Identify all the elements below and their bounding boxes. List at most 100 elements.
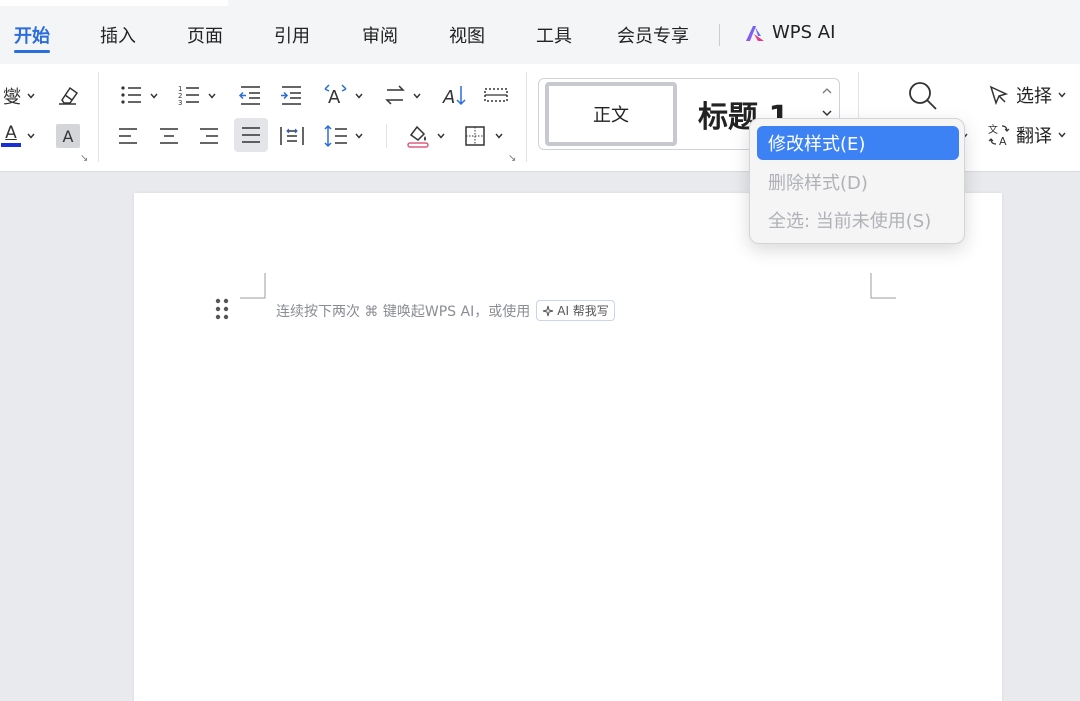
distributed-align-button[interactable] [278, 123, 306, 149]
translate-icon: 文A [988, 123, 1010, 147]
tab-view[interactable]: 视图 [449, 22, 485, 48]
character-shading-button[interactable]: A [56, 124, 80, 148]
bullet-list-icon [121, 86, 141, 104]
distribute-icon [280, 127, 304, 145]
show-marks-button[interactable] [482, 82, 510, 108]
font-color-button[interactable]: A [0, 122, 22, 148]
chevron-down-icon[interactable] [822, 110, 832, 117]
tab-page[interactable]: 页面 [187, 22, 223, 48]
text-direction-icon: A [324, 84, 347, 107]
chevron-up-icon[interactable] [822, 87, 832, 94]
tab-separator [719, 24, 720, 46]
style-context-menu: 修改样式(E) 删除样式(D) 全选: 当前未使用(S) [749, 118, 965, 244]
wps-ai-logo-icon [746, 25, 764, 41]
svg-text:3: 3 [178, 99, 182, 106]
find-replace-button[interactable] [905, 78, 941, 114]
chevron-down-icon[interactable] [27, 93, 35, 99]
borders-button[interactable] [462, 123, 488, 149]
titlebar-strip [0, 0, 228, 6]
search-icon [909, 82, 937, 110]
font-dialog-launcher[interactable]: ↘ [80, 153, 88, 164]
align-center-icon [160, 128, 178, 144]
tab-home[interactable]: 开始 [14, 22, 50, 48]
translate-label: 翻译 [1016, 126, 1052, 147]
increase-indent-button[interactable] [278, 82, 304, 108]
phonetic-guide-button[interactable]: 燮 [0, 84, 24, 108]
align-left-button[interactable] [115, 123, 141, 149]
menu-item-delete-style[interactable]: 删除样式(D) [757, 165, 959, 199]
align-center-button[interactable] [156, 123, 182, 149]
menu-item-modify-style[interactable]: 修改样式(E) [757, 126, 959, 160]
font-color-letter: A [5, 122, 17, 143]
cursor-arrow-icon [989, 85, 1009, 106]
ai-write-label: AI 帮我写 [557, 304, 609, 318]
chevron-down-icon[interactable] [150, 93, 158, 99]
numbered-list-button[interactable]: 123 [176, 82, 202, 108]
tab-wps-ai[interactable]: WPS AI [744, 22, 835, 43]
chevron-down-icon[interactable] [208, 93, 216, 99]
tab-review[interactable]: 审阅 [362, 22, 398, 48]
chevron-down-icon[interactable] [413, 93, 421, 99]
justify-button[interactable] [234, 118, 268, 152]
chevron-down-icon[interactable] [355, 133, 363, 139]
document-page[interactable] [134, 193, 1002, 701]
chevron-down-icon[interactable] [27, 133, 35, 139]
crop-mark-top-right [870, 273, 896, 299]
drag-handle-icon[interactable] [215, 298, 229, 320]
paint-bucket-icon [407, 125, 429, 148]
tab-reference[interactable]: 引用 [274, 22, 310, 48]
eraser-icon [59, 86, 79, 105]
tab-insert[interactable]: 插入 [100, 22, 136, 48]
border-icon [465, 126, 485, 146]
align-justify-icon [242, 127, 260, 143]
swap-arrows-icon [385, 85, 405, 105]
decrease-indent-button[interactable] [237, 82, 263, 108]
tab-member[interactable]: 会员专享 [617, 22, 689, 48]
svg-text:A: A [328, 87, 341, 107]
sparkle-icon [543, 305, 554, 316]
line-spacing-button[interactable] [322, 123, 350, 149]
align-right-icon [200, 128, 218, 144]
chevron-down-icon[interactable] [355, 93, 363, 99]
style-normal[interactable]: 正文 [545, 82, 677, 146]
ai-hint: 连续按下两次 ⌘ 键唤起WPS AI，或使用 AI 帮我写 [276, 300, 615, 321]
inline-divider [386, 124, 387, 148]
menu-item-select-all-unused[interactable]: 全选: 当前未使用(S) [757, 203, 959, 237]
translate-button[interactable]: 文A 翻译 [988, 122, 1066, 148]
font-color-bar [1, 142, 21, 147]
align-left-icon [119, 128, 137, 144]
numbered-list-icon: 123 [178, 85, 199, 106]
svg-text:A: A [442, 87, 455, 106]
text-flow-button[interactable] [382, 82, 408, 108]
group-divider [526, 72, 527, 162]
ribbon-tab-bar: 开始 插入 页面 引用 审阅 视图 工具 会员专享 WPS AI [0, 0, 1080, 64]
chevron-down-icon [1058, 92, 1066, 98]
chevron-down-icon[interactable] [437, 133, 445, 139]
tab-tools[interactable]: 工具 [536, 22, 572, 48]
paragraph-dialog-launcher[interactable]: ↘ [508, 153, 516, 164]
crop-mark-top-left [240, 273, 266, 299]
text-direction-button[interactable]: A [321, 82, 351, 108]
ai-hint-text: 连续按下两次 ⌘ 键唤起WPS AI，或使用 [276, 303, 531, 320]
chevron-down-icon [1058, 132, 1066, 138]
phonetic-guide-icon: 燮 [3, 87, 21, 108]
character-shading-letter: A [62, 126, 74, 146]
svg-text:A: A [999, 135, 1007, 147]
decrease-indent-icon [238, 86, 260, 105]
line-spacing-icon [324, 124, 347, 148]
sort-button[interactable]: A [441, 82, 469, 108]
shading-button[interactable] [404, 122, 432, 150]
increase-indent-icon [281, 86, 301, 105]
chevron-down-icon[interactable] [495, 133, 503, 139]
wps-ai-label: WPS AI [772, 22, 836, 43]
paragraph-marks-icon [484, 88, 508, 102]
align-right-button[interactable] [196, 123, 222, 149]
sort-icon: A [442, 86, 466, 106]
select-button[interactable]: 选择 [988, 82, 1066, 108]
svg-text:文: 文 [988, 123, 998, 136]
bullet-list-button[interactable] [118, 82, 144, 108]
group-divider [98, 72, 99, 162]
ai-write-button[interactable]: AI 帮我写 [536, 300, 615, 321]
clear-format-button[interactable] [54, 82, 82, 108]
active-tab-indicator [14, 50, 50, 53]
